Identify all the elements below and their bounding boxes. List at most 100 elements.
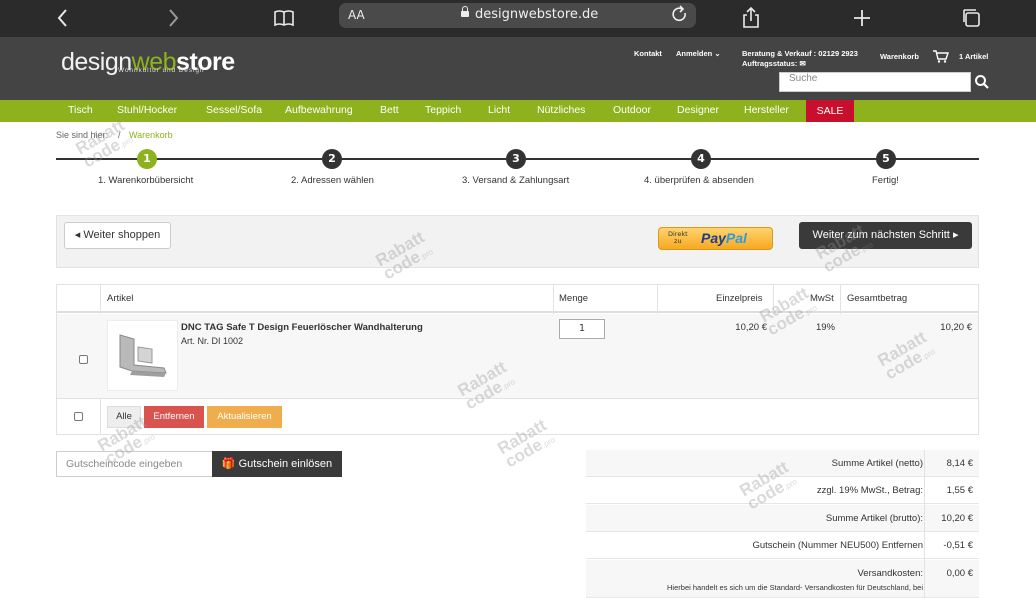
address-bar[interactable]: AA designwebstore.de — [339, 3, 696, 28]
update-button[interactable]: Aktualisieren — [207, 406, 282, 428]
step-2-label: 2. Adressen wählen — [291, 175, 374, 186]
site-header: designwebstore Wohnkultur und Design Kon… — [0, 37, 1036, 100]
nav-item-nuetzliches[interactable]: Nützliches — [537, 104, 585, 116]
cart-table-footer: Alle Entfernen Aktualisieren — [57, 398, 978, 435]
paypal-logo-pay: Pay — [701, 230, 726, 246]
summary-label: Summe Artikel (netto) — [831, 458, 923, 469]
vat-value: 19% — [815, 322, 835, 333]
search-input[interactable]: Suche — [779, 72, 971, 92]
paypal-logo: PayPal — [701, 230, 747, 246]
product-bracket-image — [119, 334, 167, 377]
next-step-label: Weiter zum nächsten Schritt — [812, 229, 950, 241]
summary-label: zzgl. 19% MwSt., Betrag: — [816, 485, 923, 496]
summary-value: -0,51 € — [943, 540, 973, 551]
logo-tagline: Wohnkultur und Design — [118, 67, 205, 74]
step-3-circle: 3 — [506, 149, 526, 169]
forward-arrow-icon[interactable] — [160, 5, 186, 31]
contact-link[interactable]: Kontakt — [634, 49, 662, 58]
summary-column-divider — [924, 450, 925, 598]
shipping-note: Hierbei handelt es sich um die Standard-… — [667, 583, 923, 592]
back-arrow-icon[interactable] — [50, 5, 76, 31]
header-vat: MwSt — [810, 293, 834, 304]
new-tab-plus-icon[interactable] — [849, 5, 875, 31]
caret-right-icon: ▸ — [952, 229, 959, 241]
nav-item-bett[interactable]: Bett — [380, 104, 399, 116]
summary-label: Versandkosten: — [857, 568, 924, 579]
product-name-link[interactable]: DNC TAG Safe T Design Feuerlöscher Wandh… — [181, 322, 423, 333]
redeem-coupon-button[interactable]: 🎁 Gutschein einlösen — [212, 451, 342, 477]
search-icon[interactable] — [974, 74, 990, 90]
nav-item-aufbewahrung[interactable]: Aufbewahrung — [285, 104, 353, 116]
gift-icon: 🎁 — [221, 458, 236, 470]
summary-row-vat: zzgl. 19% MwSt., Betrag: 1,55 € — [586, 477, 979, 504]
summary-value: 0,00 € — [946, 568, 973, 579]
cart-link[interactable]: Warenkorb — [880, 52, 919, 61]
login-link[interactable]: Anmelden ⌄ — [676, 49, 721, 58]
advice-phone: Beratung & Verkauf : 02129 2923 — [742, 49, 858, 58]
step-2-circle: 2 — [322, 149, 342, 169]
chevron-down-icon: ⌄ — [714, 49, 721, 58]
mail-icon: ✉ — [799, 59, 806, 68]
step-1-circle: 1 — [137, 149, 157, 169]
step-5-label: Fertig! — [872, 175, 899, 186]
row-select-checkbox[interactable] — [79, 355, 88, 364]
nav-item-teppich[interactable]: Teppich — [425, 104, 461, 116]
nav-item-outdoor[interactable]: Outdoor — [613, 104, 651, 116]
cart-count[interactable]: 1 Artikel — [959, 52, 988, 61]
step-5-circle: 5 — [876, 149, 896, 169]
select-all-button[interactable]: Alle — [107, 406, 141, 428]
step-1-label: 1. Warenkorbübersicht — [98, 175, 194, 186]
nav-item-sessel-sofa[interactable]: Sessel/Sofa — [206, 104, 262, 116]
watermark: Rabatt code.pro — [72, 115, 136, 172]
reader-aa-button[interactable]: AA — [348, 8, 365, 22]
continue-shopping-button[interactable]: ◂ Weiter shoppen — [64, 222, 171, 249]
step-4-label: 4. überprüfen & absenden — [644, 175, 754, 186]
login-label: Anmelden — [676, 49, 713, 58]
coupon-code-input[interactable]: Gutscheincode eingeben — [56, 451, 213, 477]
summary-row-gross: Summe Artikel (brutto): 10,20 € — [586, 505, 979, 532]
step-3-label: 3. Versand & Zahlungsart — [462, 175, 570, 186]
paypal-logo-pal: Pal — [725, 230, 747, 246]
total-value: 10,20 € — [940, 322, 972, 333]
quantity-input[interactable]: 1 — [559, 319, 605, 339]
paypal-small-line-2: zu — [674, 237, 682, 245]
paypal-express-button[interactable]: Direkt zu PayPal — [658, 227, 773, 250]
unit-price-value: 10,20 € — [735, 322, 767, 333]
main-navigation: Tisch Stuhl/Hocker Sessel/Sofa Aufbewahr… — [0, 100, 1036, 122]
paypal-small-text: Direkt zu — [668, 231, 688, 245]
nav-item-licht[interactable]: Licht — [488, 104, 510, 116]
header-quantity: Menge — [559, 293, 589, 304]
header-article: Artikel — [107, 293, 134, 304]
order-summary: Summe Artikel (netto) 8,14 € zzgl. 19% M… — [586, 450, 979, 598]
breadcrumb-current[interactable]: Warenkorb — [129, 130, 173, 140]
breadcrumb-prefix: Sie sind hier: — [56, 130, 109, 140]
tabs-overview-icon[interactable] — [959, 5, 985, 31]
select-all-checkbox[interactable] — [74, 412, 83, 421]
product-article-number: Art. Nr. DI 1002 — [181, 336, 244, 346]
summary-row-shipping: Versandkosten: 0,00 € Hierbei handelt es… — [586, 560, 979, 598]
order-status-link[interactable]: Auftragsstatus: ✉ — [742, 59, 806, 68]
step-4-circle: 4 — [691, 149, 711, 169]
watermark-line-2: code — [79, 134, 124, 172]
remove-button[interactable]: Entfernen — [144, 406, 204, 428]
nav-item-sale[interactable]: SALE — [806, 100, 854, 122]
summary-value: 10,20 € — [941, 513, 973, 524]
nav-item-tisch[interactable]: Tisch — [68, 104, 93, 116]
nav-item-stuhl-hocker[interactable]: Stuhl/Hocker — [117, 104, 177, 116]
next-step-button[interactable]: Weiter zum nächsten Schritt ▸ — [799, 222, 972, 249]
reload-icon[interactable] — [670, 4, 690, 30]
cart-table: Artikel Menge Einzelpreis MwSt Gesamtbet… — [56, 284, 979, 435]
nav-item-hersteller[interactable]: Hersteller — [744, 104, 789, 116]
caret-left-icon: ◂ — [74, 229, 81, 241]
bookmarks-book-icon[interactable] — [271, 5, 297, 31]
cart-icon[interactable] — [933, 50, 949, 63]
url-domain: designwebstore.de — [475, 7, 599, 22]
summary-coupon-label[interactable]: Gutschein (Nummer NEU500) Entfernen — [752, 540, 923, 551]
lock-icon — [461, 6, 469, 18]
continue-shopping-label: Weiter shoppen — [83, 229, 161, 241]
order-status-label: Auftragsstatus: — [742, 59, 798, 68]
product-image[interactable] — [107, 320, 178, 391]
nav-item-designer[interactable]: Designer — [677, 104, 719, 116]
summary-row-coupon: Gutschein (Nummer NEU500) Entfernen -0,5… — [586, 532, 979, 559]
share-icon[interactable] — [738, 5, 764, 31]
